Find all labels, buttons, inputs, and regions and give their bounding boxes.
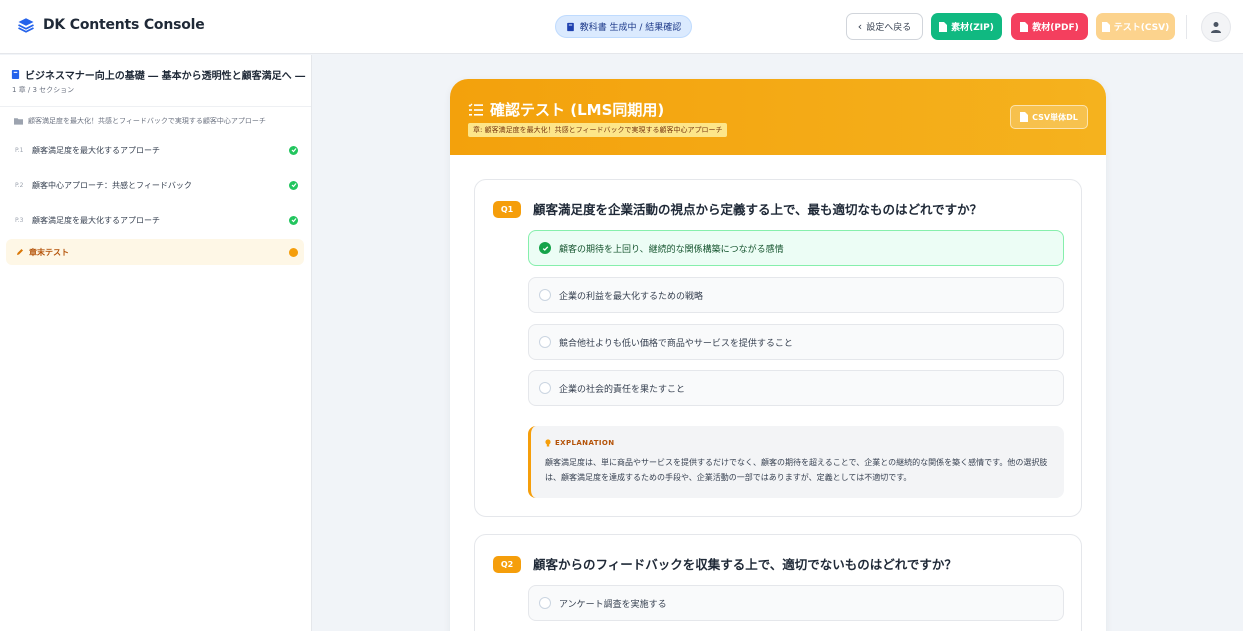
file-icon <box>939 21 948 32</box>
section-label: 顧客中心アプローチ：共感とフィードバック <box>32 180 192 190</box>
explanation-label-text: EXPLANATION <box>555 439 615 447</box>
card-header: 確認テスト (LMS同期用) 章: 顧客満足度を最大化！共感とフィードバックで実… <box>450 79 1106 155</box>
file-icon <box>1020 21 1029 32</box>
test-card: 確認テスト (LMS同期用) 章: 顧客満足度を最大化！共感とフィードバックで実… <box>450 79 1106 631</box>
option-text: 競合他社よりも低い価格で商品やサービスを提供すること <box>559 339 793 349</box>
file-icon <box>1101 21 1110 32</box>
in-progress-dot-icon <box>289 247 298 257</box>
radio-circle-icon <box>539 289 551 301</box>
folder-icon <box>14 118 23 125</box>
radio-circle-icon <box>539 336 551 348</box>
section-number: P.1 <box>15 146 24 154</box>
option-text: アンケート調査を実施する <box>559 600 667 610</box>
radio-circle-icon <box>539 382 551 394</box>
section-number: P.3 <box>15 216 24 224</box>
option-1-correct[interactable]: 顧客の期待を上回り、継続的な関係構築につながる感情 <box>528 230 1064 266</box>
zip-label: 素材(ZIP) <box>951 23 994 33</box>
download-zip-button[interactable]: 素材(ZIP) <box>931 13 1002 40</box>
question-card-2: Q2 顧客からのフィードバックを収集する上で、適切でないものはどれですか？ アン… <box>474 534 1082 631</box>
check-circle-icon <box>289 145 298 155</box>
file-icon <box>1020 112 1029 122</box>
question-card-1: Q1 顧客満足度を企業活動の視点から定義する上で、最も適切なものはどれですか？ … <box>474 179 1082 517</box>
book-icon <box>566 22 574 31</box>
brand[interactable]: DK Contents Console <box>17 16 205 34</box>
sidebar: ビジネスマナー向上の基礎 ― 基本から透明性と顧客満足へ ― 1 章 / 3 セ… <box>0 55 312 631</box>
book-title-text: ビジネスマナー向上の基礎 ― 基本から透明性と顧客満足へ ― <box>25 71 306 82</box>
chapter-tag: 章: 顧客満足度を最大化！共感とフィードバックで実現する顧客中心アプローチ <box>468 123 728 137</box>
section-label: 顧客満足度を最大化するアプローチ <box>32 215 160 225</box>
csv-button-label: CSV単体DL <box>1032 112 1078 122</box>
chapter-label: 顧客満足度を最大化！共感とフィードバックで実現する顧客中心アプローチ <box>28 117 266 125</box>
status-text: 教科書 生成中 / 結果確認 <box>579 23 682 33</box>
lightbulb-icon <box>545 439 551 447</box>
question-badge: Q2 <box>493 556 521 573</box>
check-circle-icon <box>289 180 298 190</box>
option-text: 企業の社会的責任を果たすこと <box>559 385 686 395</box>
option-1[interactable]: アンケート調査を実施する <box>528 585 1064 621</box>
option-text: 顧客の期待を上回り、継続的な関係構築につながる感情 <box>559 245 784 255</box>
book-subtitle: 1 章 / 3 セクション <box>12 86 75 94</box>
sidebar-divider <box>0 106 311 107</box>
option-text: 企業の利益を最大化するための戦略 <box>559 292 704 302</box>
section-number: P.2 <box>15 181 24 189</box>
explanation-box: EXPLANATION 顧客満足度は、単に商品やサービスを提供するだけでなく、顧… <box>528 426 1064 498</box>
question-text: 顧客満足度を企業活動の視点から定義する上で、最も適切なものはどれですか？ <box>533 202 983 217</box>
csv-download-button[interactable]: CSV単体DL <box>1010 105 1088 129</box>
sidebar-item-chapter-test[interactable]: 章末テスト <box>6 239 304 265</box>
book-icon <box>11 70 20 79</box>
app-title: DK Contents Console <box>43 17 205 33</box>
sidebar-item-section-1[interactable]: P.1 顧客満足度を最大化するアプローチ <box>6 137 304 163</box>
status-badge: 教科書 生成中 / 結果確認 <box>555 15 692 38</box>
radio-circle-icon <box>539 597 551 609</box>
header-divider <box>1186 15 1187 39</box>
book-title: ビジネスマナー向上の基礎 ― 基本から透明性と顧客満足へ ― <box>11 67 305 82</box>
section-label: 顧客満足度を最大化するアプローチ <box>32 145 160 155</box>
list-icon <box>468 103 483 116</box>
explanation-text: 顧客満足度は、単に商品やサービスを提供するだけでなく、顧客の期待を超えることで、… <box>545 458 1048 482</box>
pdf-label: 教材(PDF) <box>1032 23 1079 33</box>
user-icon <box>1211 22 1221 33</box>
question-badge: Q1 <box>493 201 521 218</box>
sidebar-item-section-3[interactable]: P.3 顧客満足度を最大化するアプローチ <box>6 207 304 233</box>
chevron-left-icon: ‹ <box>857 20 863 33</box>
layers-icon <box>18 18 34 33</box>
card-title: 確認テスト (LMS同期用) <box>468 99 664 120</box>
check-circle-icon <box>539 242 551 254</box>
back-to-settings-button[interactable]: ‹ 設定へ戻る <box>846 13 923 40</box>
top-header: DK Contents Console 教科書 生成中 / 結果確認 ‹ 設定へ… <box>0 0 1243 54</box>
sidebar-item-section-2[interactable]: P.2 顧客中心アプローチ：共感とフィードバック <box>6 172 304 198</box>
csv-label: テスト(CSV) <box>1113 23 1170 33</box>
download-pdf-button[interactable]: 教材(PDF) <box>1011 13 1088 40</box>
chapter-test-label: 章末テスト <box>29 247 69 257</box>
option-3[interactable]: 競合他社よりも低い価格で商品やサービスを提供すること <box>528 324 1064 360</box>
option-2[interactable]: 企業の利益を最大化するための戦略 <box>528 277 1064 313</box>
option-4[interactable]: 企業の社会的責任を果たすこと <box>528 370 1064 406</box>
chapter-item[interactable]: 顧客満足度を最大化！共感とフィードバックで実現する顧客中心アプローチ <box>14 116 266 126</box>
download-csv-button[interactable]: テスト(CSV) <box>1096 13 1175 40</box>
check-circle-icon <box>289 215 298 225</box>
back-label: 設定へ戻る <box>866 23 912 33</box>
card-title-text: 確認テスト (LMS同期用) <box>490 101 665 119</box>
explanation-label: EXPLANATION <box>545 439 615 447</box>
question-text: 顧客からのフィードバックを収集する上で、適切でないものはどれですか？ <box>533 557 957 572</box>
user-avatar[interactable] <box>1201 12 1231 42</box>
pencil-icon <box>17 249 23 255</box>
